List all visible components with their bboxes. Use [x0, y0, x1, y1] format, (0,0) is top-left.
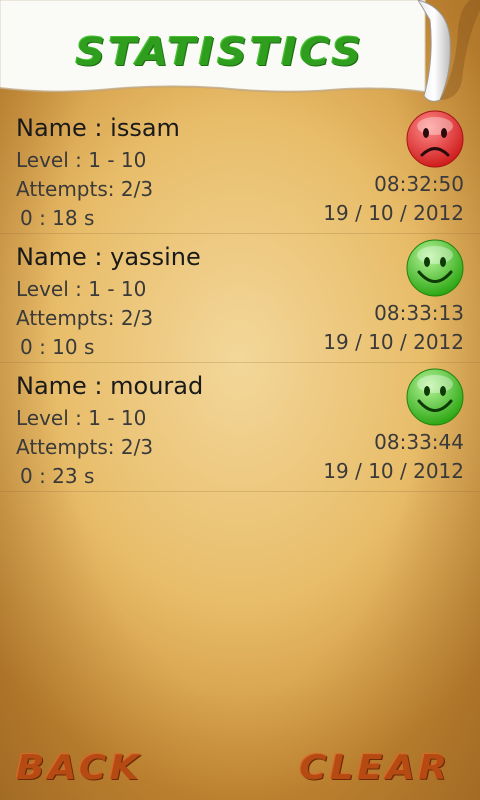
duration-text: 0 : 23 s	[20, 464, 95, 488]
time-text: 08:32:50	[374, 172, 464, 196]
smiley-face-icon	[406, 368, 464, 426]
stat-row: Name : yassine Level : 1 - 10 Attempts: …	[0, 235, 480, 363]
player-name: Name : mourad	[16, 372, 204, 400]
time-text: 08:33:44	[374, 430, 464, 454]
attempts-text: Attempts: 2/3	[16, 306, 154, 330]
page-title: STATISTICS	[75, 30, 365, 74]
back-button[interactable]: BACK	[16, 748, 142, 788]
sad-face-icon	[406, 110, 464, 168]
attempts-text: Attempts: 2/3	[16, 177, 154, 201]
smiley-face-icon	[406, 239, 464, 297]
player-name: Name : issam	[16, 114, 180, 142]
header-banner: STATISTICS	[0, 0, 480, 104]
date-text: 19 / 10 / 2012	[323, 459, 464, 483]
duration-text: 0 : 10 s	[20, 335, 95, 359]
clear-button[interactable]: CLEAR	[299, 748, 450, 788]
time-text: 08:33:13	[374, 301, 464, 325]
level-text: Level : 1 - 10	[16, 406, 147, 430]
attempts-text: Attempts: 2/3	[16, 435, 154, 459]
player-name: Name : yassine	[16, 243, 201, 271]
statistics-list[interactable]: Name : issam Level : 1 - 10 Attempts: 2/…	[0, 106, 480, 493]
level-text: Level : 1 - 10	[16, 148, 147, 172]
stat-row: Name : mourad Level : 1 - 10 Attempts: 2…	[0, 364, 480, 492]
stat-row: Name : issam Level : 1 - 10 Attempts: 2/…	[0, 106, 480, 234]
level-text: Level : 1 - 10	[16, 277, 147, 301]
date-text: 19 / 10 / 2012	[323, 330, 464, 354]
duration-text: 0 : 18 s	[20, 206, 95, 230]
date-text: 19 / 10 / 2012	[323, 201, 464, 225]
